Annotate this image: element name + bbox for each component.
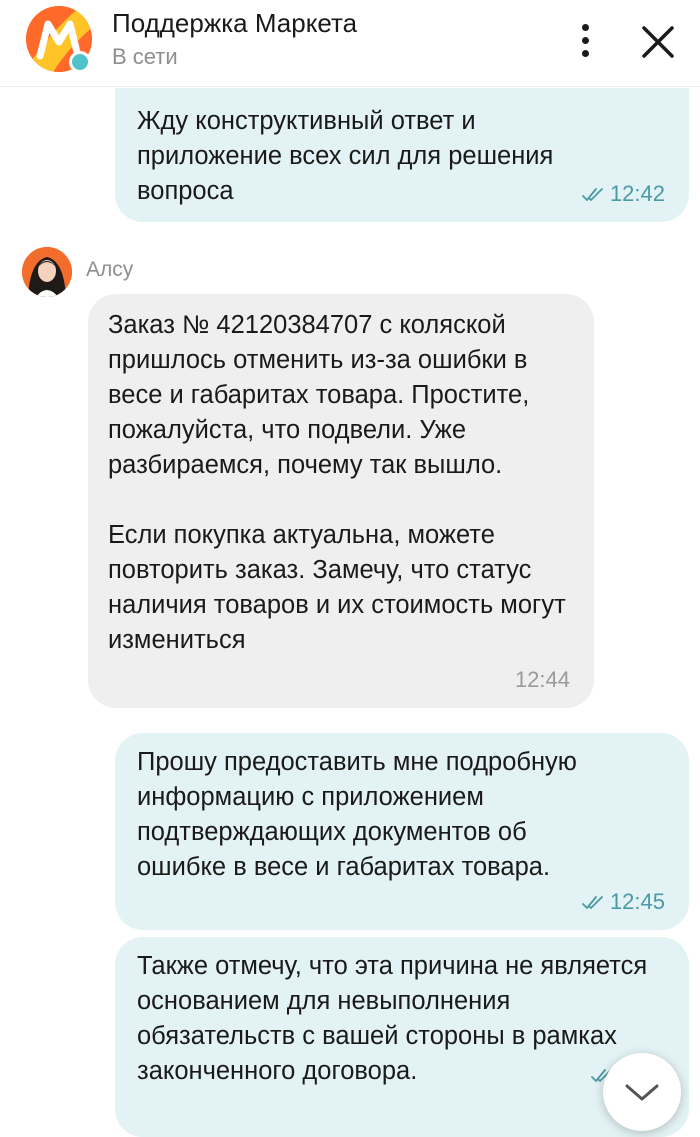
message-text: Заказ № 42120384707 с коляской пришлось … <box>108 311 566 654</box>
message-meta: 12:44 <box>515 668 570 692</box>
message-outgoing[interactable]: Прошу предоставить мне подробную информа… <box>115 733 689 930</box>
message-text: Жду конструктивный ответ и приложение вс… <box>137 107 554 205</box>
message-incoming[interactable]: Заказ № 42120384707 с коляской пришлось … <box>88 294 594 708</box>
double-check-icon <box>582 896 603 910</box>
more-vertical-icon[interactable] <box>570 18 602 62</box>
message-time: 12:42 <box>609 181 665 206</box>
chat-title: Поддержка Маркета <box>112 8 358 38</box>
close-icon[interactable] <box>636 20 680 64</box>
message-outgoing[interactable]: Жду конструктивный ответ и приложение вс… <box>115 88 689 222</box>
message-text: Также отмечу, что эта причина не являетс… <box>137 952 648 1085</box>
message-meta: 12:42 <box>582 182 665 206</box>
online-indicator <box>69 51 91 73</box>
chevron-down-icon <box>625 1084 659 1101</box>
message-time: 12:45 <box>609 889 665 914</box>
agent-avatar[interactable] <box>22 247 72 297</box>
message-meta: 12:45 <box>582 890 665 914</box>
sender-name: Алсу <box>86 258 134 281</box>
double-check-icon <box>582 188 603 202</box>
message-text: Прошу предоставить мне подробную информа… <box>137 748 577 881</box>
chat-header: Поддержка Маркета В сети <box>0 0 700 87</box>
message-time: 12:44 <box>514 667 570 692</box>
scroll-down-button[interactable] <box>603 1053 681 1131</box>
chat-status: В сети <box>112 44 178 69</box>
